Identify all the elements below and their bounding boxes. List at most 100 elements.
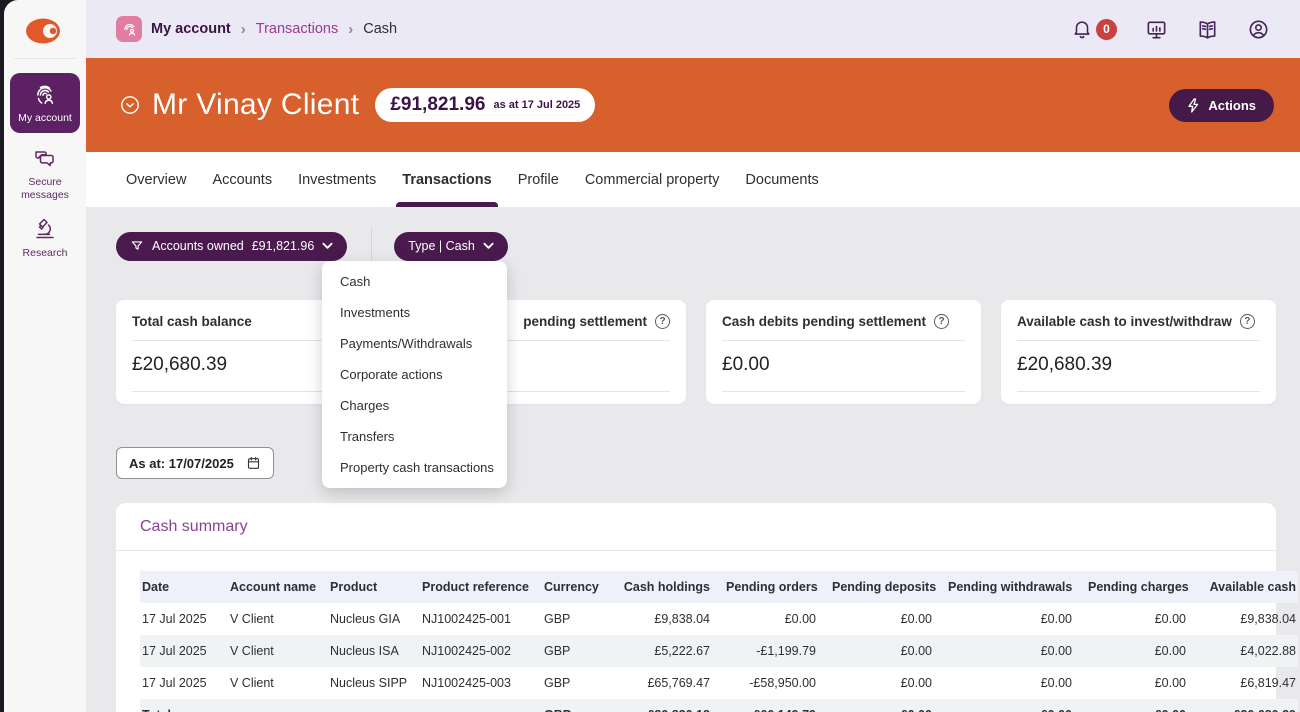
- col-pending-charges: Pending charges: [1080, 571, 1194, 603]
- table-total-row: Total GBP £80,830.18 -£60,149.79 £0.00 £…: [140, 699, 1298, 712]
- cell-pending-orders: -£1,199.79: [718, 635, 824, 667]
- menu-item-charges[interactable]: Charges: [322, 390, 507, 421]
- menu-item-investments[interactable]: Investments: [322, 297, 507, 328]
- card-title-text: Total cash balance: [132, 314, 252, 329]
- cell-currency: GBP: [536, 699, 608, 712]
- menu-item-property-cash-transactions[interactable]: Property cash transactions: [322, 452, 507, 483]
- nucleus-logo[interactable]: [24, 0, 66, 58]
- summary-cards-row: Total cash balance £20,680.39 pending se…: [116, 300, 1276, 404]
- cell-currency: GBP: [536, 635, 608, 667]
- cell-pending-charges: £0.00: [1080, 699, 1194, 712]
- sidebar-item-secure-messages[interactable]: Secure messages: [10, 147, 80, 202]
- help-icon[interactable]: ?: [1240, 314, 1255, 329]
- cell-pending-charges: £0.00: [1080, 667, 1194, 699]
- card-divider: [1017, 391, 1260, 392]
- card-available-cash: Available cash to invest/withdraw ? £20,…: [1001, 300, 1276, 404]
- sidebar-divider: [14, 58, 76, 59]
- profile-circle-icon[interactable]: [1247, 18, 1270, 41]
- as-at-date-field[interactable]: As at: 17/07/2025: [116, 447, 274, 479]
- presentation-screen-icon[interactable]: [1145, 18, 1168, 41]
- tab-documents[interactable]: Documents: [745, 152, 818, 207]
- card-title-text: Cash debits pending settlement: [722, 314, 926, 329]
- cell-empty: [222, 699, 322, 712]
- filter-separator: [371, 228, 372, 264]
- notification-badge: 0: [1096, 19, 1117, 40]
- cell-pending-withdrawals: £0.00: [940, 635, 1080, 667]
- card-divider: [722, 391, 965, 392]
- cash-summary-table-wrap: Date Account name Product Product refere…: [116, 551, 1276, 712]
- sidebar-item-my-account[interactable]: My account: [10, 73, 80, 133]
- page-content: Accounts owned £91,821.96 Type | Cash Ca…: [86, 207, 1300, 712]
- cell-cash-holdings: £9,838.04: [608, 603, 718, 635]
- tab-bar: Overview Accounts Investments Transactio…: [86, 152, 1300, 207]
- table-header-row: Date Account name Product Product refere…: [140, 571, 1298, 603]
- tab-transactions[interactable]: Transactions: [402, 152, 491, 207]
- tab-investments[interactable]: Investments: [298, 152, 376, 207]
- col-account-name: Account name: [222, 571, 322, 603]
- tab-overview[interactable]: Overview: [126, 152, 186, 207]
- menu-item-payments-withdrawals[interactable]: Payments/Withdrawals: [322, 328, 507, 359]
- cell-empty: [414, 699, 536, 712]
- filter-row: Accounts owned £91,821.96 Type | Cash: [116, 228, 1276, 264]
- menu-item-transfers[interactable]: Transfers: [322, 421, 507, 452]
- card-title: Cash debits pending settlement ?: [722, 314, 965, 329]
- menu-item-cash[interactable]: Cash: [322, 266, 507, 297]
- total-balance-amount: £91,821.96: [390, 94, 485, 116]
- type-filter-label: Type | Cash: [408, 239, 474, 253]
- sidebar-item-label: My account: [18, 112, 72, 125]
- cell-product-reference: NJ1002425-002: [414, 635, 536, 667]
- card-value: £20,680.39: [1017, 341, 1260, 391]
- accounts-owned-filter-button[interactable]: Accounts owned £91,821.96: [116, 232, 347, 261]
- tab-accounts[interactable]: Accounts: [212, 152, 272, 207]
- tab-commercial-property[interactable]: Commercial property: [585, 152, 720, 207]
- col-pending-orders: Pending orders: [718, 571, 824, 603]
- col-available-cash: Available cash: [1194, 571, 1298, 603]
- help-icon[interactable]: ?: [655, 314, 670, 329]
- type-filter-button[interactable]: Type | Cash: [394, 232, 507, 261]
- actions-button[interactable]: Actions: [1169, 89, 1274, 122]
- card-title: Available cash to invest/withdraw ?: [1017, 314, 1260, 329]
- chevron-down-icon: [483, 242, 494, 250]
- breadcrumb: My account › Transactions › Cash: [116, 16, 397, 42]
- open-book-icon[interactable]: [1196, 18, 1219, 41]
- cell-pending-withdrawals: £0.00: [940, 699, 1080, 712]
- cell-product-reference: NJ1002425-003: [414, 667, 536, 699]
- breadcrumb-separator: ›: [347, 21, 354, 38]
- cash-summary-title: Cash summary: [140, 518, 248, 535]
- col-pending-withdrawals: Pending withdrawals: [940, 571, 1080, 603]
- chat-bubbles-icon: [32, 147, 58, 171]
- card-cash-debits-pending-settlement: Cash debits pending settlement ? £0.00: [706, 300, 981, 404]
- cell-date: 17 Jul 2025: [140, 635, 222, 667]
- sidebar-item-research[interactable]: Research: [10, 216, 80, 260]
- cell-pending-orders: -£60,149.79: [718, 699, 824, 712]
- cell-cash-holdings: £65,769.47: [608, 667, 718, 699]
- cell-pending-deposits: £0.00: [824, 603, 940, 635]
- calendar-icon: [246, 455, 261, 471]
- breadcrumb-my-account[interactable]: My account: [151, 21, 231, 37]
- cell-currency: GBP: [536, 667, 608, 699]
- main-column: My account › Transactions › Cash 0: [86, 0, 1300, 712]
- table-row: 17 Jul 2025 V Client Nucleus SIPP NJ1002…: [140, 667, 1298, 699]
- notifications-button[interactable]: 0: [1071, 18, 1117, 40]
- app-window: My account Secure messages: [4, 0, 1300, 712]
- cell-cash-holdings: £80,830.18: [608, 699, 718, 712]
- cell-pending-charges: £0.00: [1080, 603, 1194, 635]
- help-icon[interactable]: ?: [934, 314, 949, 329]
- cell-available-cash: £4,022.88: [1194, 635, 1298, 667]
- menu-item-corporate-actions[interactable]: Corporate actions: [322, 359, 507, 390]
- tab-profile[interactable]: Profile: [518, 152, 559, 207]
- collapse-chevron-icon[interactable]: [120, 95, 140, 115]
- breadcrumb-transactions[interactable]: Transactions: [256, 21, 338, 37]
- sidebar-item-label: Secure messages: [10, 176, 80, 202]
- col-cash-holdings: Cash holdings: [608, 571, 718, 603]
- cell-product-reference: NJ1002425-001: [414, 603, 536, 635]
- cell-account-name: V Client: [222, 603, 322, 635]
- cash-summary-card: Cash summary Date Account name Product: [116, 503, 1276, 712]
- cell-pending-withdrawals: £0.00: [940, 603, 1080, 635]
- cell-currency: GBP: [536, 603, 608, 635]
- client-header: Mr Vinay Client £91,821.96 as at 17 Jul …: [86, 58, 1300, 152]
- col-pending-deposits: Pending deposits: [824, 571, 940, 603]
- breadcrumb-cash: Cash: [363, 21, 397, 37]
- table-row: 17 Jul 2025 V Client Nucleus GIA NJ10024…: [140, 603, 1298, 635]
- col-date: Date: [140, 571, 222, 603]
